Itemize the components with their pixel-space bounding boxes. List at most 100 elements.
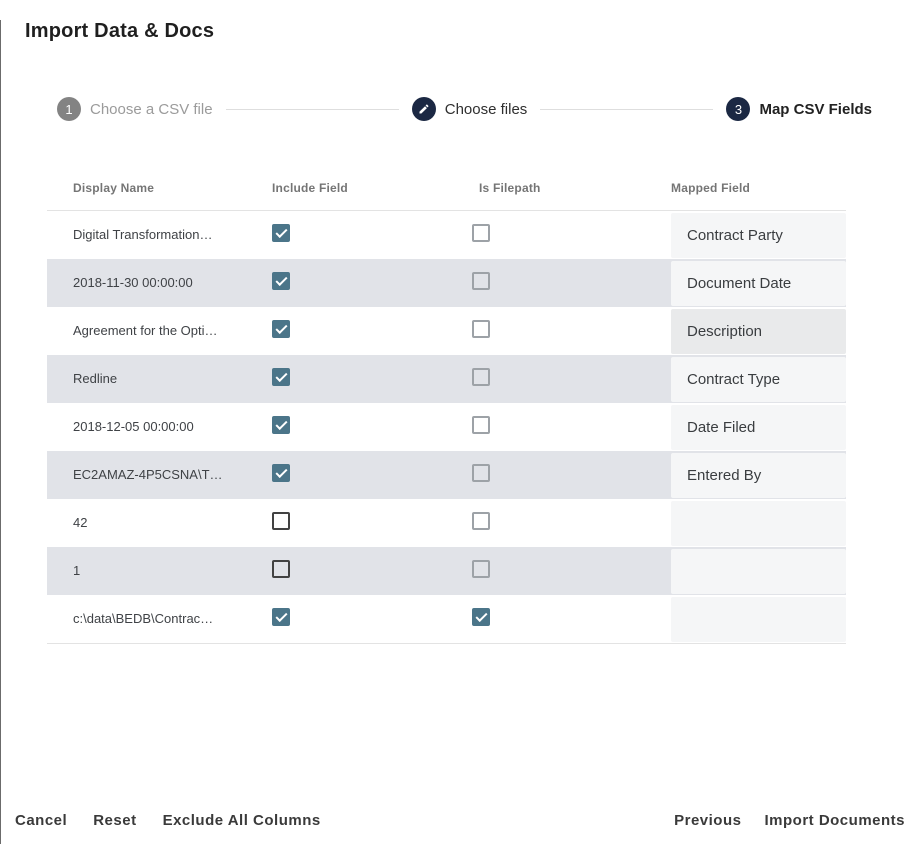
include-field-cell xyxy=(272,608,472,631)
table-row: 2018-11-30 00:00:00 Document Date xyxy=(47,259,846,307)
table-row: Agreement for the Opti… Description xyxy=(47,307,846,355)
mapped-field-input[interactable]: Date Filed xyxy=(671,405,846,450)
include-field-cell xyxy=(272,272,472,295)
is-filepath-checkbox[interactable] xyxy=(472,560,490,578)
is-filepath-cell xyxy=(472,464,671,487)
mapped-field-input[interactable]: Contract Party xyxy=(671,213,846,258)
mapped-field-cell xyxy=(671,595,846,643)
is-filepath-checkbox[interactable] xyxy=(472,608,490,626)
display-name-text: c:\data\BEDB\Contrac… xyxy=(73,611,213,626)
table-row: Digital Transformation… Contract Party xyxy=(47,211,846,259)
is-filepath-cell xyxy=(472,512,671,535)
is-filepath-checkbox[interactable] xyxy=(472,320,490,338)
table-header-row: Display Name Include Field Is Filepath M… xyxy=(47,165,846,211)
include-field-checkbox[interactable] xyxy=(272,320,290,338)
display-name-text: EC2AMAZ-4P5CSNA\T… xyxy=(73,467,223,482)
display-name-cell: 2018-11-30 00:00:00 xyxy=(47,274,272,292)
mapped-field-cell: Date Filed xyxy=(671,403,846,451)
is-filepath-checkbox[interactable] xyxy=(472,512,490,530)
is-filepath-cell xyxy=(472,272,671,295)
table-row: c:\data\BEDB\Contrac… xyxy=(47,595,846,643)
display-name-text: 42 xyxy=(73,515,87,530)
include-field-checkbox[interactable] xyxy=(272,608,290,626)
display-name-cell: Digital Transformation… xyxy=(47,226,272,244)
step-1-choose-csv[interactable]: 1 Choose a CSV file xyxy=(57,97,213,121)
is-filepath-cell xyxy=(472,368,671,391)
mapped-field-input[interactable]: Document Date xyxy=(671,261,846,306)
table-row: Redline Contract Type xyxy=(47,355,846,403)
step-1-badge: 1 xyxy=(57,97,81,121)
table-body: Digital Transformation… Contract Party 2… xyxy=(47,211,846,644)
include-field-checkbox[interactable] xyxy=(272,560,290,578)
previous-button[interactable]: Previous xyxy=(674,804,741,837)
is-filepath-checkbox[interactable] xyxy=(472,464,490,482)
display-name-cell: 42 xyxy=(47,514,272,532)
display-name-cell: EC2AMAZ-4P5CSNA\T… xyxy=(47,466,272,484)
dialog-title: Import Data & Docs xyxy=(25,20,919,43)
mapped-field-cell: Document Date xyxy=(671,259,846,307)
column-header-is-filepath: Is Filepath xyxy=(472,181,671,195)
is-filepath-cell xyxy=(472,320,671,343)
import-data-docs-dialog: Import Data & Docs 1 Choose a CSV file C… xyxy=(0,20,919,844)
step-1-label: Choose a CSV file xyxy=(90,101,213,118)
exclude-all-columns-button[interactable]: Exclude All Columns xyxy=(163,804,321,837)
mapped-field-cell: Entered By xyxy=(671,451,846,499)
display-name-text: 1 xyxy=(73,563,80,578)
column-header-include-field: Include Field xyxy=(272,181,472,195)
mapped-field-cell: Description xyxy=(671,307,846,355)
step-3-label: Map CSV Fields xyxy=(759,101,872,118)
mapped-field-cell: Contract Type xyxy=(671,355,846,403)
step-1-number: 1 xyxy=(65,102,72,117)
reset-button[interactable]: Reset xyxy=(93,804,136,837)
step-2-label: Choose files xyxy=(445,101,528,118)
is-filepath-cell xyxy=(472,224,671,247)
is-filepath-checkbox[interactable] xyxy=(472,368,490,386)
stepper: 1 Choose a CSV file Choose files 3 Map C… xyxy=(57,97,872,121)
include-field-checkbox[interactable] xyxy=(272,464,290,482)
include-field-checkbox[interactable] xyxy=(272,224,290,242)
include-field-checkbox[interactable] xyxy=(272,368,290,386)
include-field-checkbox[interactable] xyxy=(272,272,290,290)
include-field-checkbox[interactable] xyxy=(272,416,290,434)
is-filepath-checkbox[interactable] xyxy=(472,272,490,290)
stepper-connector-2 xyxy=(540,109,713,110)
cancel-button[interactable]: Cancel xyxy=(15,804,67,837)
is-filepath-checkbox[interactable] xyxy=(472,416,490,434)
import-documents-button[interactable]: Import Documents xyxy=(764,804,905,837)
step-3-map-csv-fields[interactable]: 3 Map CSV Fields xyxy=(726,97,872,121)
table-row: 1 xyxy=(47,547,846,595)
step-3-number: 3 xyxy=(735,102,742,117)
include-field-cell xyxy=(272,464,472,487)
display-name-text: Redline xyxy=(73,371,117,386)
display-name-text: Agreement for the Opti… xyxy=(73,323,218,338)
display-name-text: 2018-12-05 00:00:00 xyxy=(73,419,194,434)
step-2-choose-files[interactable]: Choose files xyxy=(412,97,528,121)
mapped-field-input[interactable]: Entered By xyxy=(671,453,846,498)
include-field-cell xyxy=(272,224,472,247)
display-name-cell: Redline xyxy=(47,370,272,388)
mapped-field-input[interactable] xyxy=(671,549,846,594)
include-field-cell xyxy=(272,560,472,583)
include-field-cell xyxy=(272,512,472,535)
is-filepath-cell xyxy=(472,608,671,631)
is-filepath-cell xyxy=(472,560,671,583)
edit-icon xyxy=(412,97,436,121)
mapped-field-input[interactable] xyxy=(671,501,846,546)
display-name-text: 2018-11-30 00:00:00 xyxy=(73,275,193,290)
csv-field-mapping-table: Display Name Include Field Is Filepath M… xyxy=(47,165,846,644)
footer-left-actions: Cancel Reset Exclude All Columns xyxy=(15,804,321,837)
table-row: 42 xyxy=(47,499,846,547)
display-name-cell: 1 xyxy=(47,562,272,580)
include-field-cell xyxy=(272,320,472,343)
display-name-text: Digital Transformation… xyxy=(73,227,212,242)
table-row: EC2AMAZ-4P5CSNA\T… Entered By xyxy=(47,451,846,499)
is-filepath-checkbox[interactable] xyxy=(472,224,490,242)
include-field-checkbox[interactable] xyxy=(272,512,290,530)
mapped-field-input[interactable] xyxy=(671,597,846,642)
mapped-field-input[interactable]: Description xyxy=(671,309,846,354)
column-header-mapped-field: Mapped Field xyxy=(671,181,846,195)
step-3-badge: 3 xyxy=(726,97,750,121)
mapped-field-input[interactable]: Contract Type xyxy=(671,357,846,402)
mapped-field-cell: Contract Party xyxy=(671,211,846,259)
column-header-display-name: Display Name xyxy=(47,181,272,195)
